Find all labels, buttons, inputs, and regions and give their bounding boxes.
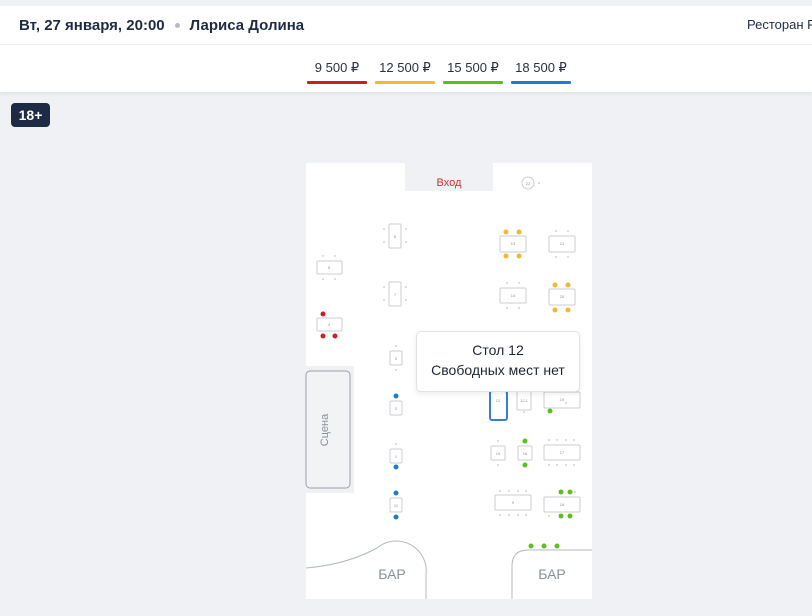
table-tooltip: Стол 12 Свободных мест нет <box>416 331 580 392</box>
table-label: 12 <box>496 398 501 403</box>
table-label: 20 <box>560 294 565 299</box>
table-label: 15 <box>496 451 501 456</box>
table-label: 16 <box>523 451 528 456</box>
hall-plan: Сцена Вход БАР БАР 8 7 3 2 1 5 4 11 9 13… <box>305 163 592 599</box>
stage-label: Сцена <box>319 413 331 446</box>
table-12[interactable] <box>489 390 508 421</box>
bar-right-label: БАР <box>538 566 566 582</box>
table-label: 13 <box>511 241 516 246</box>
table-label: 22 <box>526 181 531 186</box>
tooltip-title: Стол 12 <box>472 342 524 358</box>
entrance-label: Вход <box>437 177 462 189</box>
table-label: 18 <box>560 502 565 507</box>
table-label: 21 <box>560 241 565 246</box>
bar-left-label: БАР <box>378 566 406 582</box>
table-label: 12.1 <box>520 398 529 403</box>
table-label: 17 <box>560 450 565 455</box>
tooltip-subtitle: Свободных мест нет <box>431 362 565 378</box>
table-label: 19 <box>560 397 565 402</box>
table-label: 14 <box>511 293 516 298</box>
